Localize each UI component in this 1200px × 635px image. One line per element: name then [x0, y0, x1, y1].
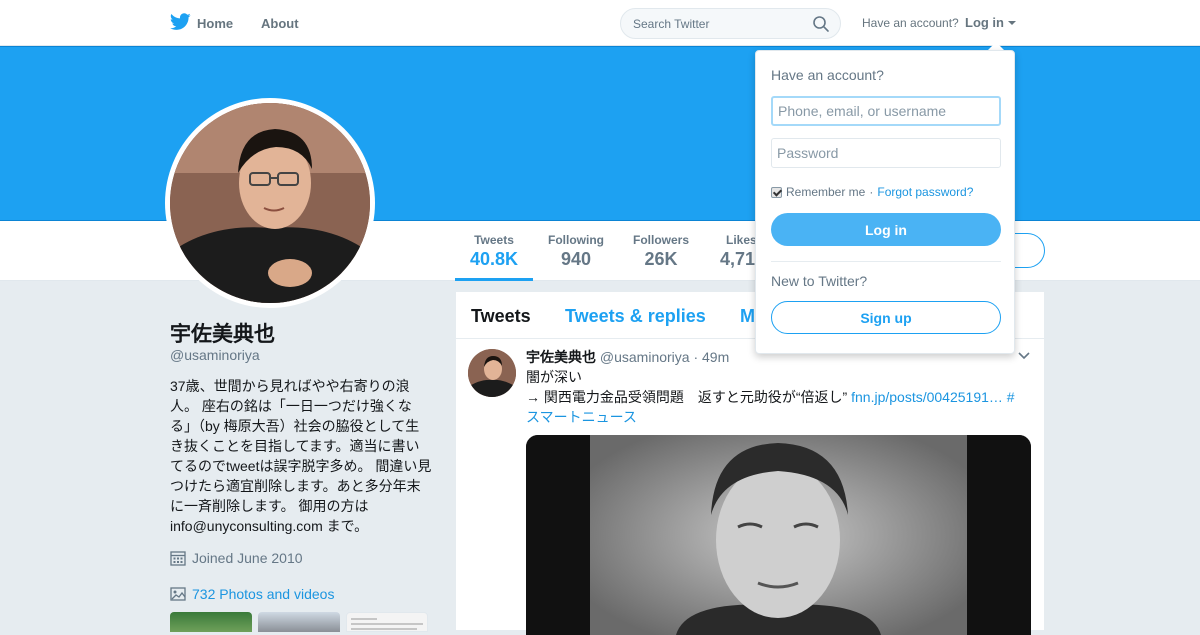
stat-value: 40.8K — [469, 249, 519, 269]
profile-bio: 37歳、世間から見ればやや右寄りの浪人。 座右の銘は「一日一つだけ強くなる」（b… — [170, 378, 432, 534]
profile-handle[interactable]: @usaminoriya — [170, 347, 260, 363]
tweet-avatar-portrait — [468, 349, 516, 397]
search-placeholder: Search Twitter — [633, 16, 710, 31]
avatar-photo — [170, 103, 370, 303]
tweet-image[interactable] — [526, 435, 1031, 635]
stat-tweets[interactable]: Tweets 40.8K — [455, 233, 533, 270]
stat-likes[interactable]: Likes 4,71 — [712, 233, 756, 270]
tweet-header: 宇佐美典也 @usaminoriya · 49m — [526, 347, 729, 367]
tweet-link[interactable]: fnn.jp/posts/00425191… — [851, 389, 1003, 405]
tweet-line: → 関西電力金品受領問題 返すと元助役が“倍返し” fnn.jp/posts/0… — [526, 387, 1026, 407]
tweet-text: 闇が深い → 関西電力金品受領問題 返すと元助役が“倍返し” fnn.jp/po… — [526, 367, 1026, 427]
divider — [771, 261, 1001, 262]
tweet-photo-portrait — [526, 435, 1031, 635]
media-thumbnail[interactable] — [346, 612, 428, 632]
avatar-portrait — [170, 103, 370, 303]
stat-following[interactable]: Following 940 — [540, 233, 612, 270]
tweet-avatar[interactable] — [468, 349, 516, 397]
forgot-password-link[interactable]: Forgot password? — [877, 185, 973, 199]
tweet-line: 闇が深い — [526, 369, 582, 385]
stat-label: Tweets — [474, 233, 514, 247]
stat-value: 4,71 — [720, 249, 756, 269]
nav-home-link[interactable]: Home — [197, 0, 233, 46]
profile-avatar[interactable] — [165, 98, 375, 308]
active-tab-indicator — [455, 278, 533, 281]
image-icon — [170, 587, 186, 601]
twitter-bird-icon[interactable] — [170, 13, 191, 31]
signup-button[interactable]: Sign up — [771, 301, 1001, 334]
profile-name[interactable]: 宇佐美典也 — [170, 318, 275, 348]
tab-media[interactable]: M — [740, 306, 755, 327]
nav-about-link[interactable]: About — [261, 0, 299, 46]
login-dropdown: Have an account? Remember me · Forgot pa… — [755, 50, 1015, 354]
media-thumbnail[interactable] — [258, 612, 340, 632]
stat-followers[interactable]: Followers 26K — [624, 233, 698, 270]
stat-value: 26K — [644, 249, 678, 269]
joined-date: Joined June 2010 — [170, 550, 303, 566]
stat-label: Following — [548, 233, 604, 247]
separator-dot: · — [869, 185, 874, 199]
media-thumbnail[interactable] — [170, 612, 252, 632]
remember-me-label[interactable]: Remember me — [786, 185, 865, 199]
tweet-line-text: → 関西電力金品受領問題 返すと元助役が“倍返し” — [526, 389, 852, 405]
remember-me-checkbox[interactable] — [771, 186, 782, 198]
caret-down-icon[interactable] — [1008, 21, 1016, 25]
joined-text: Joined June 2010 — [192, 550, 303, 566]
calendar-icon — [170, 551, 186, 566]
tweet-meta[interactable]: @usaminoriya · 49m — [600, 349, 729, 365]
photos-videos-label[interactable]: 732 Photos and videos — [192, 586, 334, 602]
chevron-down-icon[interactable] — [1018, 352, 1030, 360]
tab-tweets-replies[interactable]: Tweets & replies — [565, 306, 706, 327]
password-input[interactable] — [771, 138, 1001, 168]
stat-label: Likes — [726, 233, 756, 247]
hashtag-symbol[interactable]: # — [1003, 389, 1015, 405]
remember-me-row: Remember me · Forgot password? — [771, 185, 973, 199]
tweet-author-name[interactable]: 宇佐美典也 — [526, 349, 596, 365]
new-to-twitter-text: New to Twitter? — [771, 273, 868, 289]
tab-tweets[interactable]: Tweets — [471, 306, 531, 327]
login-button[interactable]: Log in — [771, 213, 1001, 246]
photos-videos-link[interactable]: 732 Photos and videos — [170, 586, 334, 602]
search-icon[interactable] — [812, 15, 830, 33]
thumbnail-text-lines — [351, 618, 423, 630]
search-input[interactable]: Search Twitter — [620, 8, 841, 39]
stat-label: Followers — [632, 233, 689, 247]
top-navigation-bar: Home About Search Twitter Have an accoun… — [0, 0, 1200, 46]
dropdown-title: Have an account? — [771, 67, 884, 83]
username-input[interactable] — [771, 96, 1001, 126]
login-dropdown-toggle[interactable]: Log in — [965, 15, 1004, 30]
have-account-text: Have an account? — [862, 16, 959, 30]
stat-value: 940 — [560, 249, 592, 269]
tweet-hashtag[interactable]: スマートニュース — [526, 407, 1026, 427]
